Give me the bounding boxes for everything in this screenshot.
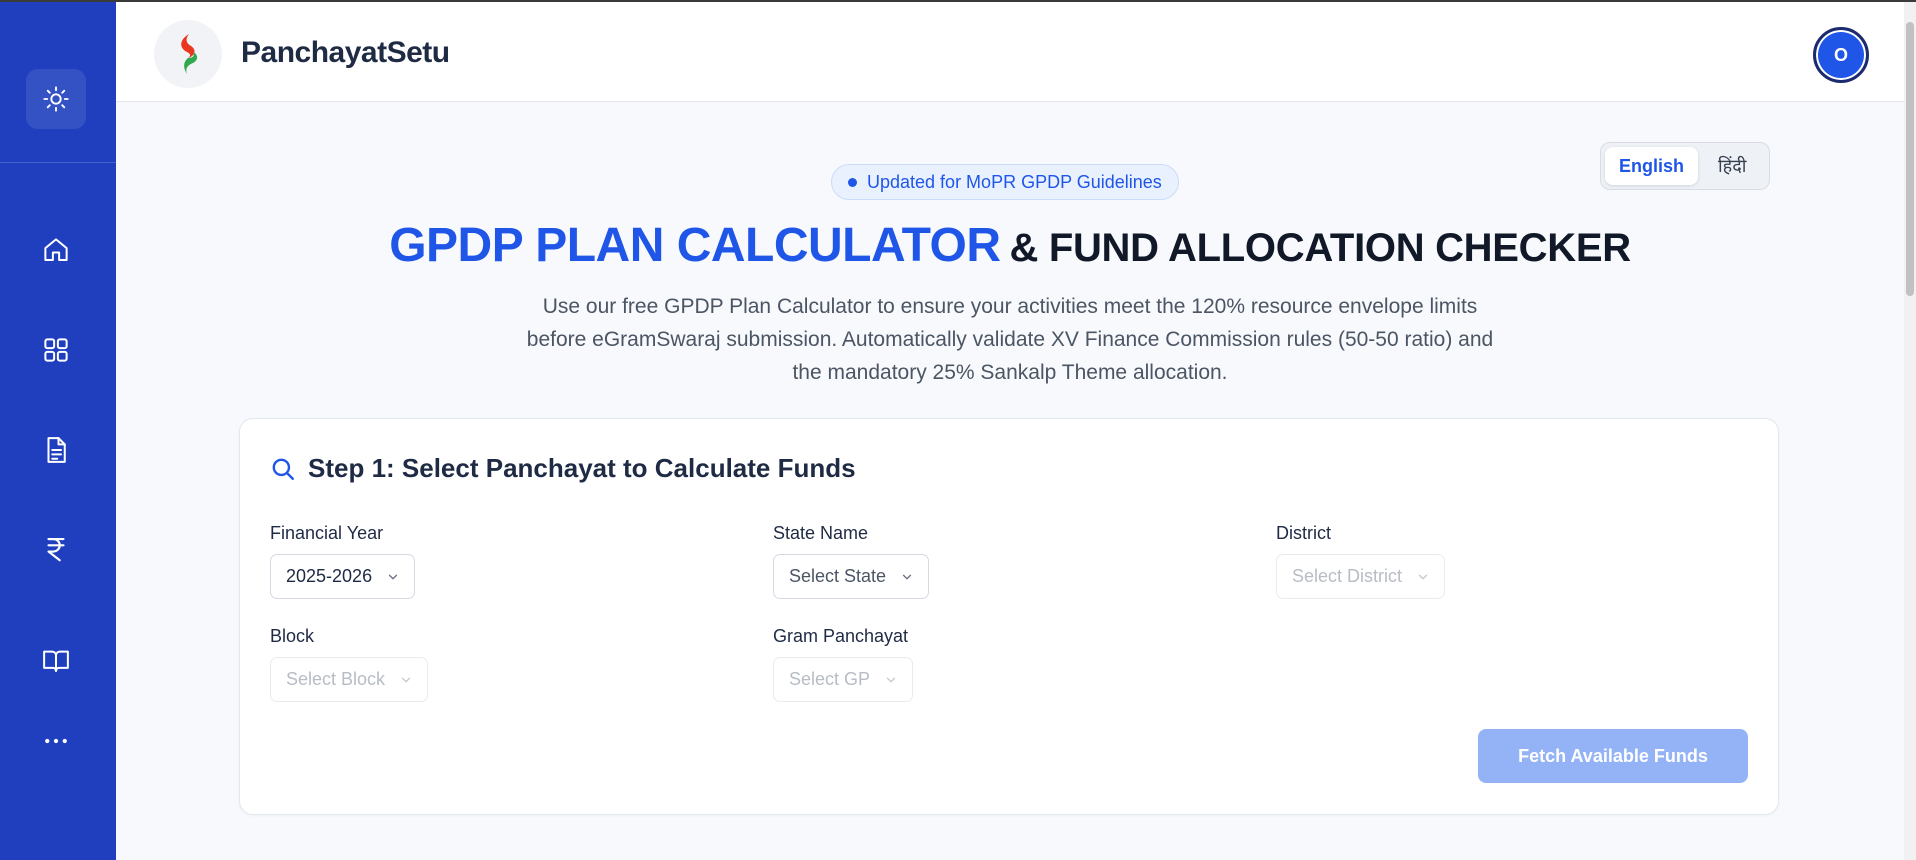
badge-text: Updated for MoPR GPDP Guidelines [867, 171, 1162, 192]
page-title-rest: & FUND ALLOCATION CHECKER [1009, 226, 1631, 270]
district-label: District [1276, 523, 1331, 543]
language-option-hindi[interactable]: हिंदी [1704, 147, 1760, 185]
state-field: State Name Select State [773, 523, 930, 599]
gram-panchayat-field: Gram Panchayat Select GP [773, 626, 914, 702]
gram-panchayat-select[interactable]: Select GP [773, 657, 914, 702]
block-select[interactable]: Select Block [270, 657, 429, 702]
user-avatar[interactable]: O [1813, 27, 1869, 83]
language-option-english[interactable]: English [1605, 147, 1699, 185]
scrollbar-thumb[interactable] [1906, 22, 1914, 296]
chevron-down-icon [886, 677, 896, 682]
sidebar-item-guide[interactable] [26, 635, 86, 687]
app-logo[interactable] [154, 20, 222, 88]
sidebar-item-documents[interactable] [26, 424, 86, 476]
sun-icon [43, 86, 69, 112]
block-field: Block Select Block [270, 626, 429, 702]
brand-name[interactable]: PanchayatSetu [241, 36, 450, 70]
book-icon [43, 650, 69, 672]
page-description: Use our free GPDP Plan Calculator to ens… [526, 295, 1494, 384]
financial-year-select[interactable]: 2025-2026 [270, 554, 416, 599]
sidebar-item-home[interactable] [26, 224, 86, 276]
language-toggle: English हिंदी [1600, 142, 1770, 190]
more-icon [45, 738, 67, 744]
search-icon [272, 458, 294, 480]
step1-heading: Step 1: Select Panchayat to Calculate Fu… [270, 453, 856, 484]
chevron-down-icon [388, 574, 398, 579]
guidelines-badge: Updated for MoPR GPDP Guidelines [831, 164, 1179, 200]
block-label: Block [270, 626, 315, 646]
district-field: District Select District [1276, 523, 1446, 599]
sidebar-item-dashboard[interactable] [26, 324, 86, 376]
theme-toggle-button[interactable] [26, 69, 86, 129]
gram-panchayat-label: Gram Panchayat [773, 626, 909, 646]
window-top-border [0, 0, 1916, 2]
page-title: GPDP PLAN CALCULATOR & FUND ALLOCATION C… [116, 218, 1904, 273]
chevron-down-icon [401, 677, 411, 682]
district-select[interactable]: Select District [1276, 554, 1446, 599]
step1-title: Step 1: Select Panchayat to Calculate Fu… [308, 453, 856, 483]
page-scrollbar[interactable] [1904, 2, 1916, 860]
state-select[interactable]: Select State [773, 554, 930, 599]
page-title-highlight: GPDP PLAN CALCULATOR [389, 219, 1001, 272]
fetch-funds-button[interactable]: Fetch Available Funds [1478, 729, 1748, 783]
badge-dot [848, 177, 857, 187]
step1-card: Step 1: Select Panchayat to Calculate Fu… [239, 418, 1779, 815]
district-placeholder: Select District [1292, 566, 1403, 586]
grid-icon [44, 338, 68, 362]
logo-icon [181, 34, 198, 74]
home-icon [44, 238, 68, 261]
state-label: State Name [773, 523, 869, 543]
sidebar-item-funds[interactable] [26, 523, 86, 575]
financial-year-field: Financial Year 2025-2026 [270, 523, 416, 599]
gram-panchayat-placeholder: Select GP [789, 669, 871, 689]
chevron-down-icon [1418, 574, 1428, 579]
sidebar-top [0, 2, 116, 163]
sidebar-more-button[interactable] [26, 715, 86, 767]
financial-year-label: Financial Year [270, 523, 384, 543]
document-icon [47, 437, 66, 463]
sidebar [0, 2, 116, 860]
chevron-down-icon [902, 574, 912, 579]
block-placeholder: Select Block [286, 669, 386, 689]
state-placeholder: Select State [789, 566, 887, 586]
rupee-icon [47, 537, 65, 562]
financial-year-value: 2025-2026 [286, 566, 373, 586]
top-header: PanchayatSetu O [116, 2, 1904, 102]
